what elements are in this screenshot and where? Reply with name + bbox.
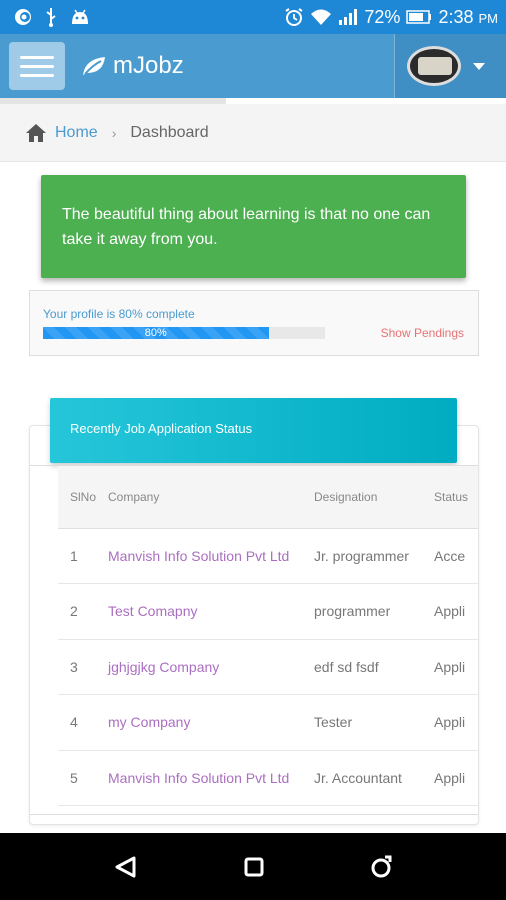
clock: 2:38 PM xyxy=(438,7,498,28)
cell-status: Appli xyxy=(434,639,478,695)
col-header-company: Company xyxy=(108,466,314,529)
cell-designation: Jr. Accountant xyxy=(314,750,434,806)
breadcrumb-current: Dashboard xyxy=(130,123,209,141)
cell-company: Test Comapny xyxy=(108,583,314,640)
cell-slno: 2 xyxy=(58,583,108,640)
show-pendings-link[interactable]: Show Pendings xyxy=(381,326,464,340)
clock-time: 2:38 xyxy=(438,6,474,27)
cell-status: Appli xyxy=(434,750,478,806)
signal-icon xyxy=(339,9,358,25)
table-row: 3 jghjgjkg Company edf sd fsdf Appli xyxy=(58,639,478,695)
table-row: 4 my Company Tester Appli xyxy=(58,694,478,751)
hamburger-menu-button[interactable] xyxy=(9,42,65,90)
quote-text: The beautiful thing about learning is th… xyxy=(62,206,431,248)
cell-designation: Tester xyxy=(314,694,434,751)
cell-designation: programmer xyxy=(314,583,434,640)
breadcrumb: Home › Dashboard xyxy=(0,104,506,162)
back-icon[interactable] xyxy=(112,855,140,879)
breadcrumb-separator: › xyxy=(111,124,117,141)
breadcrumb-home-link[interactable]: Home xyxy=(55,124,98,142)
home-icon[interactable] xyxy=(25,123,47,143)
system-nav-bar xyxy=(0,833,506,900)
cell-designation: Jr. programmer xyxy=(314,528,434,584)
caret-down-icon[interactable] xyxy=(473,62,485,70)
leaf-icon xyxy=(83,57,105,75)
android-icon xyxy=(72,9,88,24)
app-c-icon xyxy=(15,9,31,25)
cell-status: Appli xyxy=(434,694,478,751)
company-link[interactable]: Manvish Info Solution Pvt Ltd xyxy=(108,770,289,786)
job-status-table: SlNo Company Designation Status 1 Manvis… xyxy=(58,466,478,806)
menu-line-icon xyxy=(20,73,54,77)
progress-fill: 80% xyxy=(43,327,269,339)
job-status-title: Recently Job Application Status xyxy=(70,421,253,436)
company-link[interactable]: Manvish Info Solution Pvt Ltd xyxy=(108,548,289,564)
wifi-icon xyxy=(311,9,332,25)
job-status-table-wrap[interactable]: SlNo Company Designation Status 1 Manvis… xyxy=(30,465,478,815)
cell-company: jghjgjkg Company xyxy=(108,639,314,695)
col-header-slno: SlNo xyxy=(58,466,108,529)
user-menu[interactable] xyxy=(394,34,506,98)
cell-slno: 4 xyxy=(58,694,108,751)
avatar[interactable] xyxy=(407,46,461,86)
app-bar: mJobz xyxy=(0,34,506,98)
menu-line-icon xyxy=(20,64,54,68)
profile-completion-label: Your profile is 80% complete xyxy=(43,307,195,321)
quote-card: The beautiful thing about learning is th… xyxy=(41,175,466,278)
battery-icon xyxy=(406,10,432,24)
cell-slno: 3 xyxy=(58,639,108,695)
avatar-photo xyxy=(418,57,452,75)
recents-icon[interactable] xyxy=(368,854,394,880)
table-row: 1 Manvish Info Solution Pvt Ltd Jr. prog… xyxy=(58,528,478,584)
alarm-icon xyxy=(285,8,303,26)
home-square-icon[interactable] xyxy=(243,856,265,878)
cell-status: Appli xyxy=(434,583,478,640)
col-header-status: Status xyxy=(434,466,478,529)
cell-status: Acce xyxy=(434,528,478,584)
profile-progress-bar: 80% xyxy=(43,327,325,339)
brand-logo[interactable]: mJobz xyxy=(81,52,184,80)
profile-completion-box: Your profile is 80% complete 80% Show Pe… xyxy=(29,290,479,356)
usb-icon xyxy=(46,8,56,27)
cell-slno: 1 xyxy=(58,528,108,584)
cell-slno: 5 xyxy=(58,750,108,806)
status-left-icons xyxy=(0,7,90,27)
status-right-icons: 72% 2:38 PM xyxy=(284,7,506,28)
cell-company: my Company xyxy=(108,694,314,751)
menu-line-icon xyxy=(20,55,54,59)
company-link[interactable]: jghjgjkg Company xyxy=(108,659,219,675)
company-link[interactable]: my Company xyxy=(108,714,190,730)
table-header-row: SlNo Company Designation Status xyxy=(58,466,478,529)
battery-percent: 72% xyxy=(364,6,401,27)
status-bar: 72% 2:38 PM xyxy=(0,0,506,34)
company-link[interactable]: Test Comapny xyxy=(108,603,197,619)
cell-company: Manvish Info Solution Pvt Ltd xyxy=(108,528,314,584)
cell-company: Manvish Info Solution Pvt Ltd xyxy=(108,750,314,806)
clock-ampm: PM xyxy=(478,10,499,26)
brand-name: mJobz xyxy=(113,52,184,79)
col-header-designation: Designation xyxy=(314,466,434,529)
table-row: 2 Test Comapny programmer Appli xyxy=(58,583,478,640)
job-status-header: Recently Job Application Status xyxy=(50,398,457,463)
cell-designation: edf sd fsdf xyxy=(314,639,434,695)
table-row: 5 Manvish Info Solution Pvt Ltd Jr. Acco… xyxy=(58,750,478,806)
